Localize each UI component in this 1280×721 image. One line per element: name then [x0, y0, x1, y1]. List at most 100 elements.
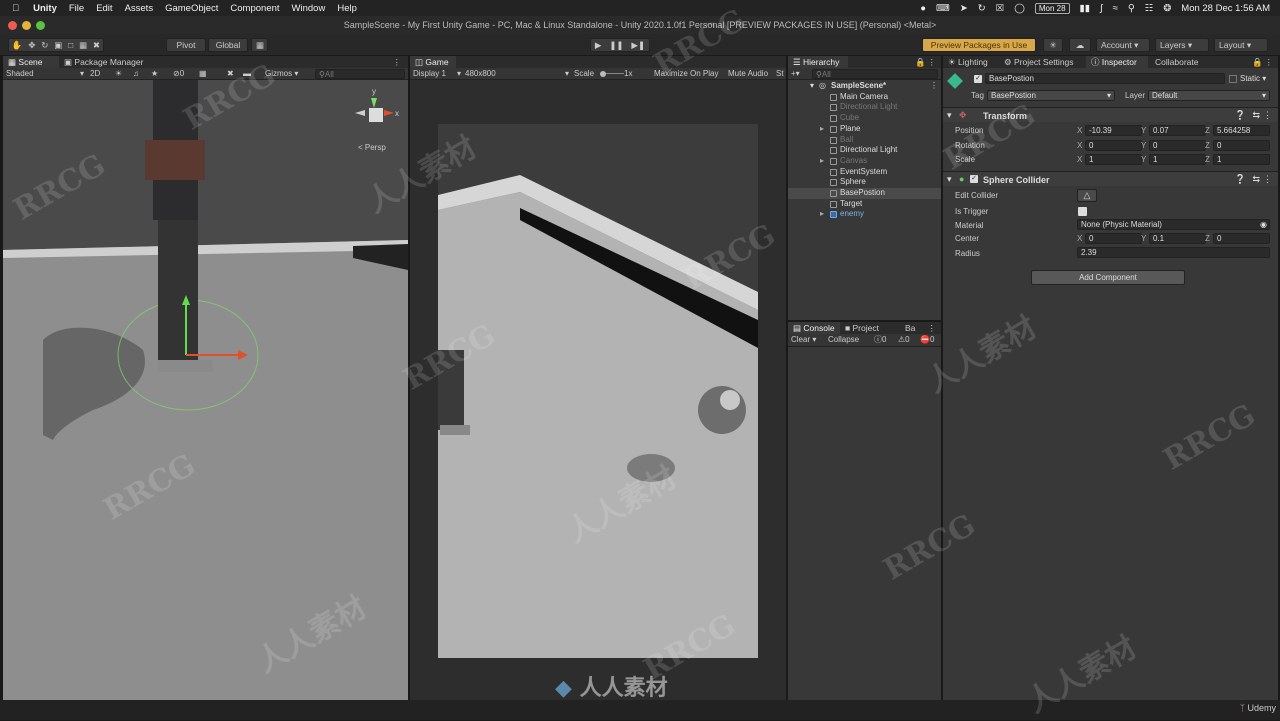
tab-project-settings[interactable]: ⚙ Project Settings: [999, 56, 1079, 68]
grid-toggle-icon[interactable]: ▦: [199, 68, 207, 80]
search-icon[interactable]: ⚲: [1128, 3, 1135, 14]
scale-y-field[interactable]: 1: [1149, 154, 1206, 165]
bluetooth-icon[interactable]: ∫: [1100, 3, 1103, 14]
menu-file[interactable]: File: [69, 3, 84, 14]
persp-label[interactable]: < Persp: [358, 143, 386, 152]
hierarchy-item[interactable]: Directional Light: [788, 145, 941, 156]
tab-inspector[interactable]: ⓘ Inspector: [1086, 56, 1148, 68]
tab-collaborate[interactable]: Collaborate: [1150, 56, 1203, 68]
effects-toggle-icon[interactable]: ★: [151, 68, 158, 80]
position-y-field[interactable]: 0.07: [1149, 125, 1206, 136]
position-z-field[interactable]: 5.664258: [1213, 125, 1270, 136]
scale-x-field[interactable]: 1: [1085, 154, 1142, 165]
record-icon[interactable]: ●: [920, 3, 926, 14]
tab-package-manager[interactable]: ▣ Package Manager: [59, 56, 148, 68]
hierarchy-item[interactable]: Ball: [788, 135, 941, 146]
gizmos-dropdown[interactable]: Gizmos ▾: [265, 68, 298, 80]
menu-app-unity[interactable]: Unity: [33, 3, 57, 14]
send-icon[interactable]: ➤: [960, 3, 968, 14]
info-toggle[interactable]: ⓘ0: [874, 334, 886, 346]
center-z-field[interactable]: 0: [1213, 233, 1270, 244]
hierarchy-item[interactable]: ▸ Plane: [788, 124, 941, 135]
menu-window[interactable]: Window: [292, 3, 326, 14]
sphere-collider-header[interactable]: ▾ ● ✓ Sphere Collider ❔ ⇆ ⋮: [943, 171, 1278, 186]
menu-component[interactable]: Component: [230, 3, 279, 14]
object-picker-icon[interactable]: ◉: [1260, 220, 1267, 229]
scale-tool-icon[interactable]: ▣: [54, 39, 62, 51]
control-center-icon[interactable]: ☷: [1145, 3, 1154, 14]
tab-lighting[interactable]: ☀ Lighting: [943, 56, 993, 68]
mode-2d-button[interactable]: 2D: [90, 68, 100, 80]
tab-project[interactable]: ■ Project: [840, 322, 884, 334]
active-checkbox[interactable]: ✓: [974, 75, 982, 83]
circle-icon[interactable]: ◯: [1014, 3, 1025, 14]
step-icon[interactable]: ▶❚: [631, 39, 645, 51]
custom-tool-icon[interactable]: ✖: [93, 39, 100, 51]
hierarchy-item[interactable]: Directional Light: [788, 102, 941, 113]
collapse-button[interactable]: Collapse: [828, 334, 859, 346]
resolution-dropdown[interactable]: 480x800 ▾: [465, 68, 569, 80]
hierarchy-item[interactable]: Target: [788, 199, 941, 210]
position-x-field[interactable]: -10.39: [1085, 125, 1142, 136]
hidden-objects-button[interactable]: ⊘0: [173, 68, 184, 80]
layers-dropdown[interactable]: Layers ▾: [1155, 38, 1209, 52]
panel-menu-icon[interactable]: ⋮: [388, 56, 407, 68]
hierarchy-item[interactable]: ▸ enemy: [788, 209, 941, 220]
stats-toggle[interactable]: St: [776, 68, 786, 80]
static-checkbox[interactable]: [1229, 75, 1237, 83]
play-icon[interactable]: ▶: [595, 39, 602, 51]
panel-menu-icon[interactable]: ⋮: [923, 322, 942, 334]
tab-ba[interactable]: Ba: [900, 322, 920, 334]
hierarchy-search-input[interactable]: ⚲All: [812, 69, 938, 79]
keyboard-icon[interactable]: ⌨: [936, 3, 950, 14]
hand-tool-icon[interactable]: ✋: [12, 39, 23, 51]
scene-viewport[interactable]: y x < Persp: [3, 80, 408, 700]
hierarchy-item[interactable]: ▸ Canvas: [788, 156, 941, 167]
panel-menu-icon[interactable]: ⋮: [923, 56, 942, 68]
collab-button[interactable]: ✳: [1043, 38, 1063, 52]
lighting-toggle-icon[interactable]: ☀: [115, 68, 122, 80]
clear-button[interactable]: Clear ▾: [791, 334, 816, 346]
menu-edit[interactable]: Edit: [96, 3, 112, 14]
create-button[interactable]: +▾: [791, 68, 800, 80]
menu-gameobject[interactable]: GameObject: [165, 3, 218, 14]
scene-menu-icon[interactable]: ⋮: [930, 81, 938, 92]
tab-scene[interactable]: ▦ Scene: [3, 56, 59, 68]
preview-packages-button[interactable]: Preview Packages in Use: [922, 38, 1036, 52]
menu-assets[interactable]: Assets: [125, 3, 154, 14]
tab-game[interactable]: ◫ Game: [410, 56, 456, 68]
menu-help[interactable]: Help: [337, 3, 357, 14]
clock[interactable]: Mon 28 Dec 1:56 AM: [1181, 3, 1270, 14]
cloud-button[interactable]: ☁: [1069, 38, 1091, 52]
apple-icon[interactable]: : [12, 3, 19, 14]
tab-console[interactable]: ▤ Console: [788, 322, 840, 334]
rotate-tool-icon[interactable]: ↻: [41, 39, 48, 51]
zoom-window-icon[interactable]: [36, 21, 45, 30]
static-dropdown[interactable]: Static ▾: [1240, 74, 1266, 83]
pause-icon[interactable]: ❚❚: [609, 39, 623, 51]
sync-icon[interactable]: ↻: [978, 3, 986, 14]
shading-dropdown[interactable]: Shaded ▾: [6, 68, 84, 80]
hierarchy-item[interactable]: Main Camera: [788, 92, 941, 103]
tab-hierarchy[interactable]: ☰ Hierarchy: [788, 56, 848, 68]
chevron-right-icon[interactable]: ▸: [820, 209, 824, 220]
battery-icon[interactable]: ▮▮: [1080, 3, 1090, 14]
rotation-z-field[interactable]: 0: [1213, 140, 1270, 151]
chevron-right-icon[interactable]: ▸: [820, 156, 824, 167]
game-view[interactable]: [410, 80, 786, 700]
rotation-y-field[interactable]: 0: [1149, 140, 1206, 151]
warning-toggle[interactable]: ⚠0: [898, 334, 910, 346]
rect-tool-icon[interactable]: □: [68, 39, 73, 51]
minimize-window-icon[interactable]: [22, 21, 31, 30]
chevron-right-icon[interactable]: ▸: [820, 124, 824, 135]
collider-enabled-checkbox[interactable]: ✓: [970, 175, 978, 183]
maximize-on-play-toggle[interactable]: Maximize On Play: [654, 68, 718, 80]
component-menu-icon[interactable]: ⋮: [1263, 174, 1272, 185]
is-trigger-checkbox[interactable]: [1078, 207, 1087, 216]
grid-snap-button[interactable]: ▦: [251, 38, 268, 52]
tools-icon[interactable]: ✖: [227, 68, 234, 80]
center-x-field[interactable]: 0: [1085, 233, 1142, 244]
hierarchy-scene-row[interactable]: ▾ ◎ SampleScene* ⋮: [788, 81, 941, 92]
transform-header[interactable]: ▾ ✥ Transform ❔ ⇆ ⋮: [943, 107, 1278, 122]
layer-dropdown[interactable]: Default ▾: [1148, 90, 1270, 101]
